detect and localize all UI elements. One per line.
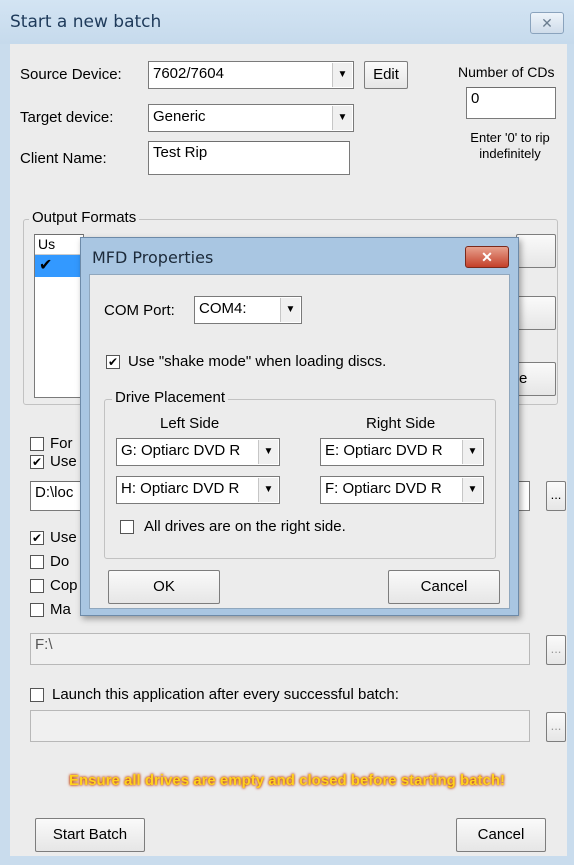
edit-button[interactable]: Edit xyxy=(364,61,408,89)
dialog-cancel-button[interactable]: Cancel xyxy=(388,570,500,604)
secondary-path-input[interactable]: F:\ xyxy=(30,633,530,665)
browse-launch-button[interactable]: ... xyxy=(546,712,566,742)
chevron-down-icon: ▼ xyxy=(332,63,352,87)
browse-path-button[interactable]: ... xyxy=(546,481,566,511)
option2-label-do: Do xyxy=(50,553,70,570)
source-device-value: 7602/7604 xyxy=(153,65,224,82)
batch-window: Start a new batch ✕ Source Device: 7602/… xyxy=(0,0,574,865)
client-name-label: Client Name: xyxy=(20,150,107,167)
left-side-label: Left Side xyxy=(160,415,220,432)
option2-label-ma: Ma xyxy=(50,601,71,618)
window-title: Start a new batch xyxy=(10,12,162,32)
right-drive-select-2[interactable]: F: Optiarc DVD R ▼ xyxy=(320,476,484,504)
target-device-label: Target device: xyxy=(20,109,114,126)
list-item-selected[interactable]: ✔ xyxy=(35,255,83,277)
all-right-checkbox[interactable] xyxy=(120,520,134,534)
browse-secondary-button[interactable]: ... xyxy=(546,635,566,665)
shake-mode-checkbox[interactable]: ✔ xyxy=(106,355,120,369)
option2-checkbox-cop[interactable] xyxy=(30,579,44,593)
source-device-label: Source Device: xyxy=(20,66,122,83)
left-drive-select-1[interactable]: G: Optiarc DVD R ▼ xyxy=(116,438,280,466)
target-device-value: Generic xyxy=(153,108,206,125)
dialog-title: MFD Properties xyxy=(92,248,214,267)
right-drive-select-1[interactable]: E: Optiarc DVD R ▼ xyxy=(320,438,484,466)
client-name-input[interactable]: Test Rip xyxy=(148,141,350,175)
option-checkbox-for[interactable] xyxy=(30,437,44,451)
chevron-down-icon: ▼ xyxy=(258,478,278,502)
option-label-use: Use xyxy=(50,453,77,470)
start-batch-button[interactable]: Start Batch xyxy=(35,818,145,852)
dialog-body: COM Port: COM4: ▼ ✔ Use "shake mode" whe… xyxy=(89,274,510,609)
output-side-button-3[interactable]: e xyxy=(516,362,556,396)
number-of-cds-hint: Enter '0' to rip indefinitely xyxy=(470,130,550,161)
left-drive-select-2[interactable]: H: Optiarc DVD R ▼ xyxy=(116,476,280,504)
all-right-label: All drives are on the right side. xyxy=(144,518,346,535)
chevron-down-icon: ▼ xyxy=(332,106,352,130)
launch-app-input[interactable] xyxy=(30,710,530,742)
output-side-button-2[interactable] xyxy=(516,296,556,330)
chevron-down-icon: ▼ xyxy=(462,478,482,502)
option-label-for: For xyxy=(50,435,73,452)
mfd-properties-dialog: MFD Properties ✕ COM Port: COM4: ▼ ✔ Use… xyxy=(80,237,519,616)
drive-placement-title: Drive Placement xyxy=(112,389,229,406)
option2-checkbox-use[interactable]: ✔ xyxy=(30,531,44,545)
number-of-cds-input[interactable]: 0 xyxy=(466,87,556,119)
number-of-cds-label: Number of CDs xyxy=(458,64,555,80)
list-column-header[interactable]: Us xyxy=(35,235,83,255)
target-device-select[interactable]: Generic ▼ xyxy=(148,104,354,132)
com-port-label: COM Port: xyxy=(104,302,175,319)
launch-app-checkbox[interactable] xyxy=(30,688,44,702)
right-drive-value-1: E: Optiarc DVD R xyxy=(325,442,443,459)
chevron-down-icon: ▼ xyxy=(280,298,300,322)
shake-mode-label: Use "shake mode" when loading discs. xyxy=(128,353,387,370)
title-bar[interactable]: Start a new batch ✕ xyxy=(0,0,574,44)
option-checkbox-use[interactable]: ✔ xyxy=(30,455,44,469)
output-formats-title: Output Formats xyxy=(29,209,140,226)
option2-checkbox-do[interactable] xyxy=(30,555,44,569)
com-port-select[interactable]: COM4: ▼ xyxy=(194,296,302,324)
left-drive-value-1: G: Optiarc DVD R xyxy=(121,442,241,459)
output-formats-list[interactable]: Us ✔ xyxy=(34,234,84,398)
left-drive-value-2: H: Optiarc DVD R xyxy=(121,480,240,497)
source-device-select[interactable]: 7602/7604 ▼ xyxy=(148,61,354,89)
checkmark-icon: ✔ xyxy=(39,257,53,274)
right-side-label: Right Side xyxy=(366,415,436,432)
dialog-close-button[interactable]: ✕ xyxy=(465,246,509,268)
right-drive-value-2: F: Optiarc DVD R xyxy=(325,480,442,497)
option2-label-cop: Cop xyxy=(50,577,78,594)
chevron-down-icon: ▼ xyxy=(258,440,278,464)
option2-label-use: Use xyxy=(50,529,77,546)
option2-checkbox-ma[interactable] xyxy=(30,603,44,617)
window-close-button[interactable]: ✕ xyxy=(530,12,564,34)
output-side-button-1[interactable] xyxy=(516,234,556,268)
dialog-ok-button[interactable]: OK xyxy=(108,570,220,604)
com-port-value: COM4: xyxy=(199,300,247,317)
cancel-button[interactable]: Cancel xyxy=(456,818,546,852)
chevron-down-icon: ▼ xyxy=(462,440,482,464)
warning-message: Ensure all drives are empty and closed b… xyxy=(69,772,505,789)
launch-app-label: Launch this application after every succ… xyxy=(52,686,399,703)
